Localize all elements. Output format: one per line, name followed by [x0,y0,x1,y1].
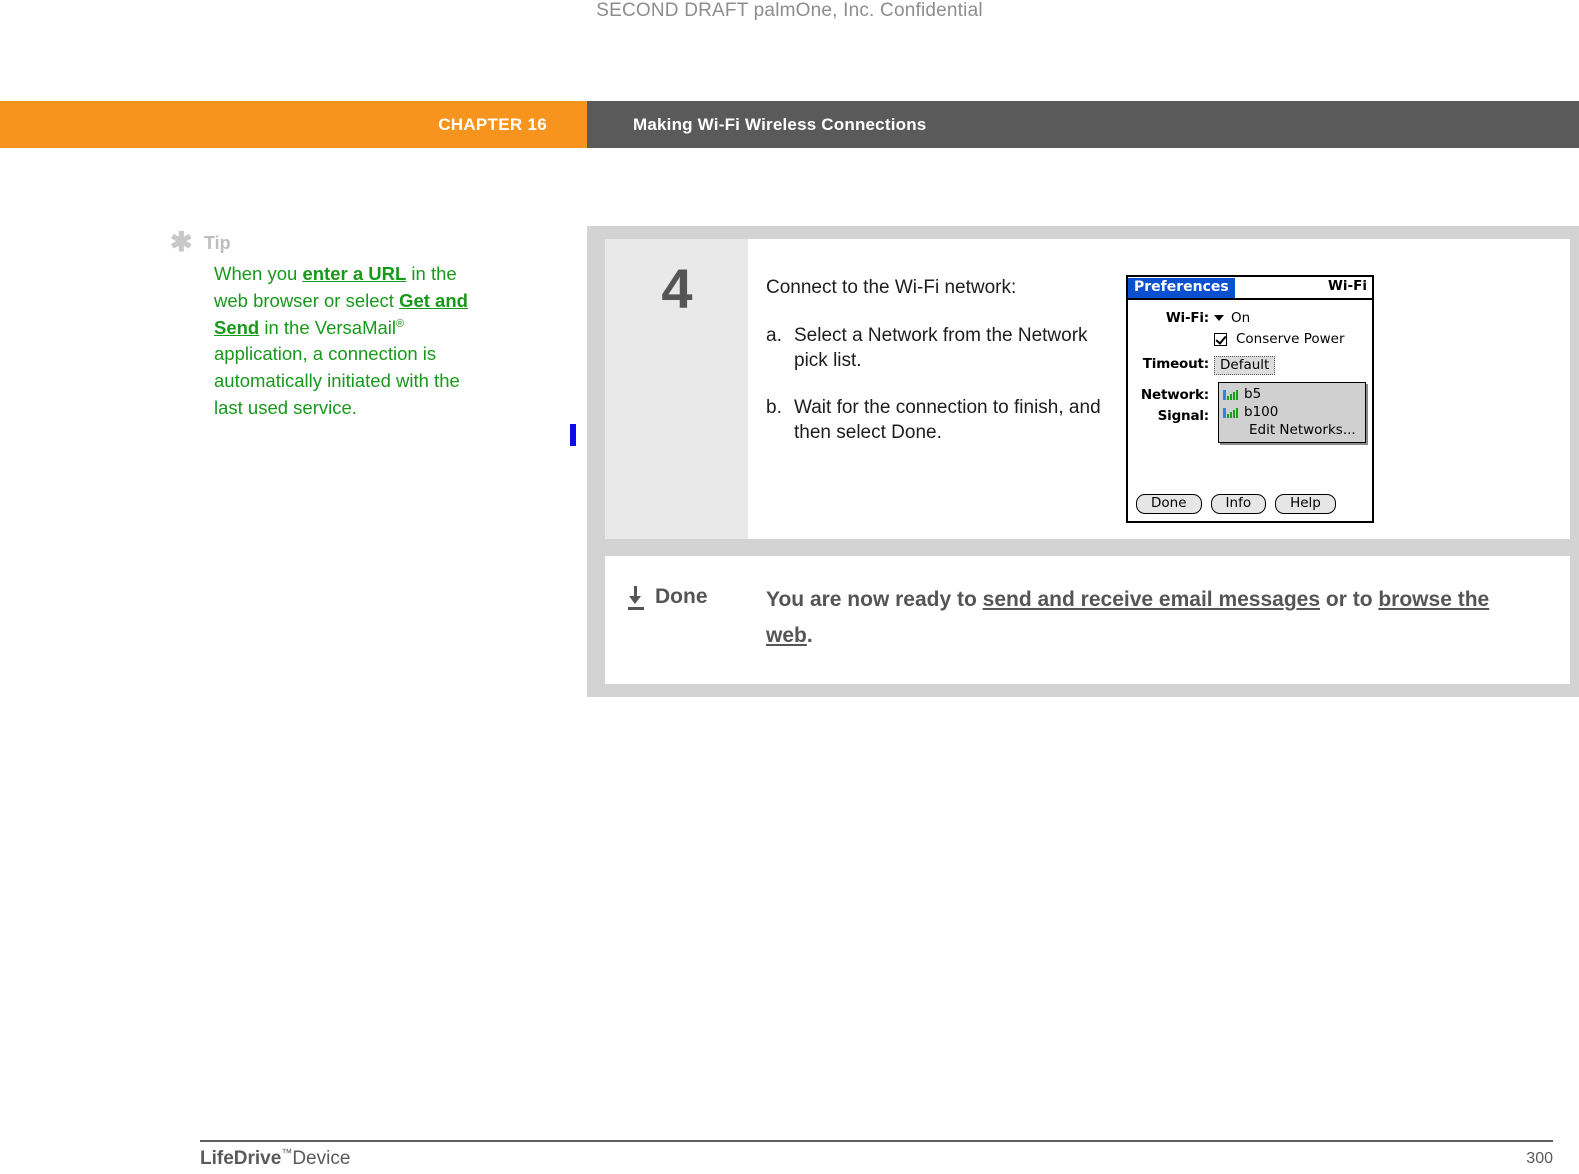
substep-text: Wait for the connection to finish, and t… [794,397,1101,443]
checkbox-checked-icon [1214,332,1227,346]
palm-signal-label: Signal: [1157,408,1210,424]
done-card: Done You are now ready to send and recei… [605,556,1570,684]
palm-row-conserve-power: Conserve Power [1128,331,1372,347]
substep-marker: a. [766,325,782,346]
page-number: 300 [1526,1150,1553,1167]
palm-screenshot-figure: Preferences Wi-Fi Wi-Fi: On Conserve Pow… [1106,275,1570,539]
tip-header: ✱ Tip [170,227,500,257]
instruction-panel: 4 Connect to the Wi-Fi network: a. Selec… [587,226,1579,697]
tip-body: When you enter a URL in the web browser … [214,261,476,422]
tip-text-2: in [406,263,426,284]
signal-strength-icon [1223,407,1239,418]
done-text-part-1: You are now ready to [766,588,983,611]
chapter-header: CHAPTER 16 Making Wi-Fi Wireless Connect… [0,101,1579,148]
chapter-number-label: CHAPTER 16 [0,101,587,148]
palm-preferences-screen: Preferences Wi-Fi Wi-Fi: On Conserve Pow… [1126,275,1374,523]
palm-app-title: Preferences [1128,277,1235,298]
palm-timeout-label: Timeout: [1142,356,1209,372]
palm-network-pick-list[interactable]: b5 b100 Edit Networks... [1218,382,1366,443]
down-arrow-to-bar-icon [627,586,645,610]
palm-edit-networks-option[interactable]: Edit Networks... [1219,421,1365,439]
palm-network-option-label: b5 [1244,386,1262,402]
palm-timeout-field-wrap: Default [1214,356,1276,375]
link-send-receive-email[interactable]: send and receive email messages [983,588,1320,611]
trademark-mark: ™ [281,1147,293,1160]
substep-a: a. Select a Network from the Network pic… [766,323,1106,373]
tip-title: Tip [204,233,231,253]
palm-info-button[interactable]: Info [1210,494,1267,514]
tip-text-8: automatically initiated [214,370,391,392]
palm-row-timeout: Timeout: Default [1128,356,1372,375]
palm-network-option-label: b100 [1244,404,1279,420]
revision-change-bar [570,424,576,446]
palm-done-button[interactable]: Done [1136,494,1202,514]
tip-text-4: in the [259,316,310,338]
palm-conserve-power-label: Conserve Power [1236,331,1345,347]
registered-mark: ® [396,317,405,330]
palm-title-bar: Preferences Wi-Fi [1128,277,1372,300]
done-icon-column: Done [605,582,748,610]
footer-divider [200,1140,1553,1142]
draft-notice: SECOND DRAFT palmOne, Inc. Confidential [596,0,983,21]
chapter-title: Making Wi-Fi Wireless Connections [587,101,1579,148]
tip-link-enter-a-url[interactable]: enter a URL [302,263,406,284]
palm-button-bar: Done Info Help [1136,494,1336,514]
palm-panel-title: Wi-Fi [1328,278,1367,294]
step-number: 4 [661,257,692,320]
done-label: Done [655,585,708,608]
substep-marker: b. [766,397,782,418]
asterisk-icon: ✱ [170,227,193,257]
palm-wifi-value: On [1231,310,1251,326]
palm-network-option-b100[interactable]: b100 [1219,403,1365,421]
step-lead-text: Connect to the Wi-Fi network: [766,277,1017,298]
palm-wifi-label: Wi-Fi: [1165,310,1209,326]
footer-product-name: LifeDrive™Device [200,1148,350,1170]
tip-callout: ✱ Tip When you enter a URL in the web br… [170,227,500,422]
tip-text-5: VersaMail [314,316,397,338]
substep-b: b. Wait for the connection to finish, an… [766,395,1106,445]
chevron-down-icon [1214,315,1224,321]
substep-text: Select a Network from the Network pick l… [794,325,1088,371]
step-number-column: 4 [605,239,748,539]
footer-product-rest: Device [292,1148,351,1169]
step-body: Connect to the Wi-Fi network: a. Select … [748,239,1570,539]
tip-text-6: application, [214,343,308,365]
palm-conserve-power-checkbox[interactable]: Conserve Power [1214,331,1345,347]
footer-product-bold: LifeDrive [200,1148,282,1169]
step-card: 4 Connect to the Wi-Fi network: a. Selec… [605,239,1570,539]
palm-row-wifi: Wi-Fi: On [1128,310,1372,326]
done-text: You are now ready to send and receive em… [748,582,1570,654]
palm-timeout-field[interactable]: Default [1214,356,1276,375]
signal-strength-icon [1223,389,1239,400]
palm-help-button[interactable]: Help [1275,494,1336,514]
tip-text-1: When you [214,263,303,284]
step-instructions: Connect to the Wi-Fi network: a. Select … [766,275,1106,539]
done-text-part-2: or to [1320,588,1379,611]
palm-network-label: Network: [1140,387,1209,403]
palm-network-option-b5[interactable]: b5 [1219,385,1365,403]
palm-wifi-dropdown[interactable]: On [1214,310,1250,326]
tip-text-7: a connection is [312,343,437,365]
done-text-part-3: . [806,624,813,647]
